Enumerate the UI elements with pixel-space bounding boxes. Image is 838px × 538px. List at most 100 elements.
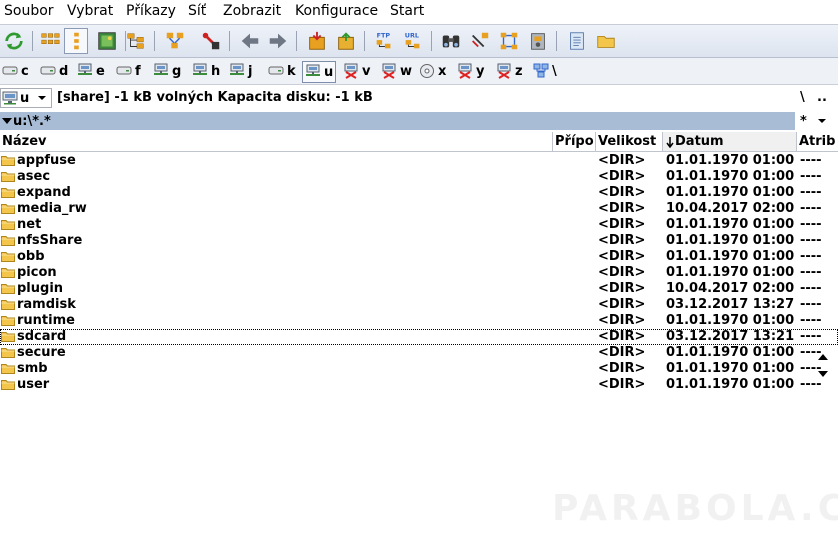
drive-label: \ [552, 63, 557, 79]
pack-button[interactable] [305, 29, 329, 53]
disconnected-network-drive-icon [497, 63, 511, 79]
file-row[interactable]: obb <DIR> 01.01.1970 01:00 ---- [0, 249, 838, 265]
file-size: <DIR> [598, 297, 646, 312]
drive-button-k[interactable]: k [268, 62, 296, 80]
compare-button[interactable] [163, 29, 187, 53]
drive-button-j[interactable]: j [229, 62, 252, 80]
go-root-button[interactable]: \ [800, 90, 805, 105]
path-bar[interactable]: u:\*.* [0, 112, 795, 130]
drive-select[interactable]: u [0, 88, 52, 108]
folder-icon [1, 316, 15, 326]
column-attributes[interactable]: Atrib [797, 132, 838, 151]
tree-button[interactable] [124, 29, 148, 53]
file-row[interactable]: secure <DIR> 01.01.1970 01:00 ---- [0, 345, 838, 361]
file-row[interactable]: sdcard <DIR> 03.12.2017 13:21 ---- [0, 329, 838, 345]
column-size[interactable]: Velikost [596, 132, 663, 151]
drive-button-e[interactable]: e [77, 62, 105, 80]
drive-button-z[interactable]: z [496, 62, 523, 80]
drive-button-f[interactable]: f [116, 62, 141, 80]
file-row[interactable]: plugin <DIR> 10.04.2017 02:00 ---- [0, 281, 838, 297]
thumbnails-button[interactable] [95, 29, 119, 53]
file-list: appfuse <DIR> 01.01.1970 01:00 ---- asec <DIR… [0, 153, 838, 393]
drive-button-v[interactable]: v [343, 62, 370, 80]
scroll-up-icon[interactable] [818, 353, 828, 361]
url-button[interactable]: URL [401, 29, 425, 53]
folder-button[interactable] [594, 29, 618, 53]
menu-konfigurace[interactable]: Konfigurace [295, 2, 378, 20]
file-attributes: ---- [800, 217, 822, 232]
refresh-button[interactable] [2, 29, 26, 53]
file-name: smb [17, 361, 48, 376]
toolbar-separator [32, 31, 33, 51]
file-date: 10.04.2017 02:00 [666, 281, 795, 296]
column-date[interactable]: Datum [663, 132, 797, 151]
drive-button-c[interactable]: c [2, 62, 29, 80]
column-name[interactable]: Název [0, 132, 553, 151]
toolbar-separator [556, 31, 557, 51]
multi-rename-button[interactable] [468, 29, 492, 53]
unpack-button[interactable] [334, 29, 358, 53]
drive-button-w[interactable]: w [381, 62, 412, 80]
file-attributes: ---- [800, 233, 822, 248]
drive-label: u [324, 64, 334, 80]
back-button[interactable] [238, 29, 262, 53]
file-row[interactable]: ramdisk <DIR> 03.12.2017 13:27 ---- [0, 297, 838, 313]
drive-button-y[interactable]: y [457, 62, 484, 80]
go-up-button[interactable]: .. [817, 90, 827, 105]
file-row[interactable]: user <DIR> 01.01.1970 01:00 ---- [0, 377, 838, 393]
disk-info-text: [share] -1 kB volných Kapacita disku: -1… [57, 90, 373, 105]
file-row[interactable]: smb <DIR> 01.01.1970 01:00 ---- [0, 361, 838, 377]
filter-box[interactable]: * [797, 112, 838, 130]
ftp-button[interactable]: FTP [372, 29, 396, 53]
drive-label: c [21, 63, 29, 79]
file-row[interactable]: runtime <DIR> 01.01.1970 01:00 ---- [0, 313, 838, 329]
file-attributes: ---- [800, 169, 822, 184]
menu-sit[interactable]: Síť [188, 2, 206, 20]
folder-icon [1, 364, 15, 374]
scroll-down-icon[interactable] [818, 370, 828, 378]
svg-text:URL: URL [405, 31, 419, 39]
menu-start[interactable]: Start [390, 2, 424, 20]
file-size: <DIR> [598, 201, 646, 216]
file-attributes: ---- [800, 201, 822, 216]
file-date: 03.12.2017 13:21 [666, 329, 795, 344]
menu-soubor[interactable]: Soubor [4, 2, 54, 20]
drive-button-x[interactable]: x [419, 62, 446, 80]
file-row[interactable]: media_rw <DIR> 10.04.2017 02:00 ---- [0, 201, 838, 217]
file-size: <DIR> [598, 249, 646, 264]
tree-icon [127, 33, 144, 49]
notepad-button[interactable] [565, 29, 589, 53]
drive-button-h[interactable]: h [192, 62, 220, 80]
file-row[interactable]: appfuse <DIR> 01.01.1970 01:00 ---- [0, 153, 838, 169]
folder-icon [597, 35, 615, 48]
menu-zobrazit[interactable]: Zobrazit [223, 2, 281, 20]
column-extension[interactable]: Přípo [553, 132, 596, 151]
menu-prikazy[interactable]: Příkazy [126, 2, 176, 20]
drive-label: d [59, 63, 69, 79]
folder-icon [1, 204, 15, 214]
file-row[interactable]: expand <DIR> 01.01.1970 01:00 ---- [0, 185, 838, 201]
views-icon-button[interactable] [38, 29, 62, 53]
file-row[interactable]: picon <DIR> 01.01.1970 01:00 ---- [0, 265, 838, 281]
drive-button-network[interactable]: \ [533, 62, 557, 80]
sync-button[interactable] [497, 29, 521, 53]
file-row[interactable]: nfsShare <DIR> 01.01.1970 01:00 ---- [0, 233, 838, 249]
view-list-button[interactable] [64, 28, 88, 54]
drive-label: k [287, 63, 296, 79]
disk-tool-button[interactable] [526, 29, 550, 53]
folder-icon [1, 156, 15, 166]
drive-button-u[interactable]: u [302, 61, 337, 83]
file-attributes: ---- [800, 249, 822, 264]
file-row[interactable]: asec <DIR> 01.01.1970 01:00 ---- [0, 169, 838, 185]
drive-label: f [135, 63, 141, 79]
history-dropdown-icon[interactable] [1, 116, 13, 126]
menu-vybrat[interactable]: Vybrat [67, 2, 113, 20]
select-button[interactable] [199, 29, 223, 53]
find-button[interactable] [439, 29, 463, 53]
forward-button[interactable] [266, 29, 290, 53]
file-row[interactable]: net <DIR> 01.01.1970 01:00 ---- [0, 217, 838, 233]
drive-button-g[interactable]: g [153, 62, 181, 80]
file-size: <DIR> [598, 345, 646, 360]
drive-label: g [172, 63, 182, 79]
drive-button-d[interactable]: d [40, 62, 68, 80]
